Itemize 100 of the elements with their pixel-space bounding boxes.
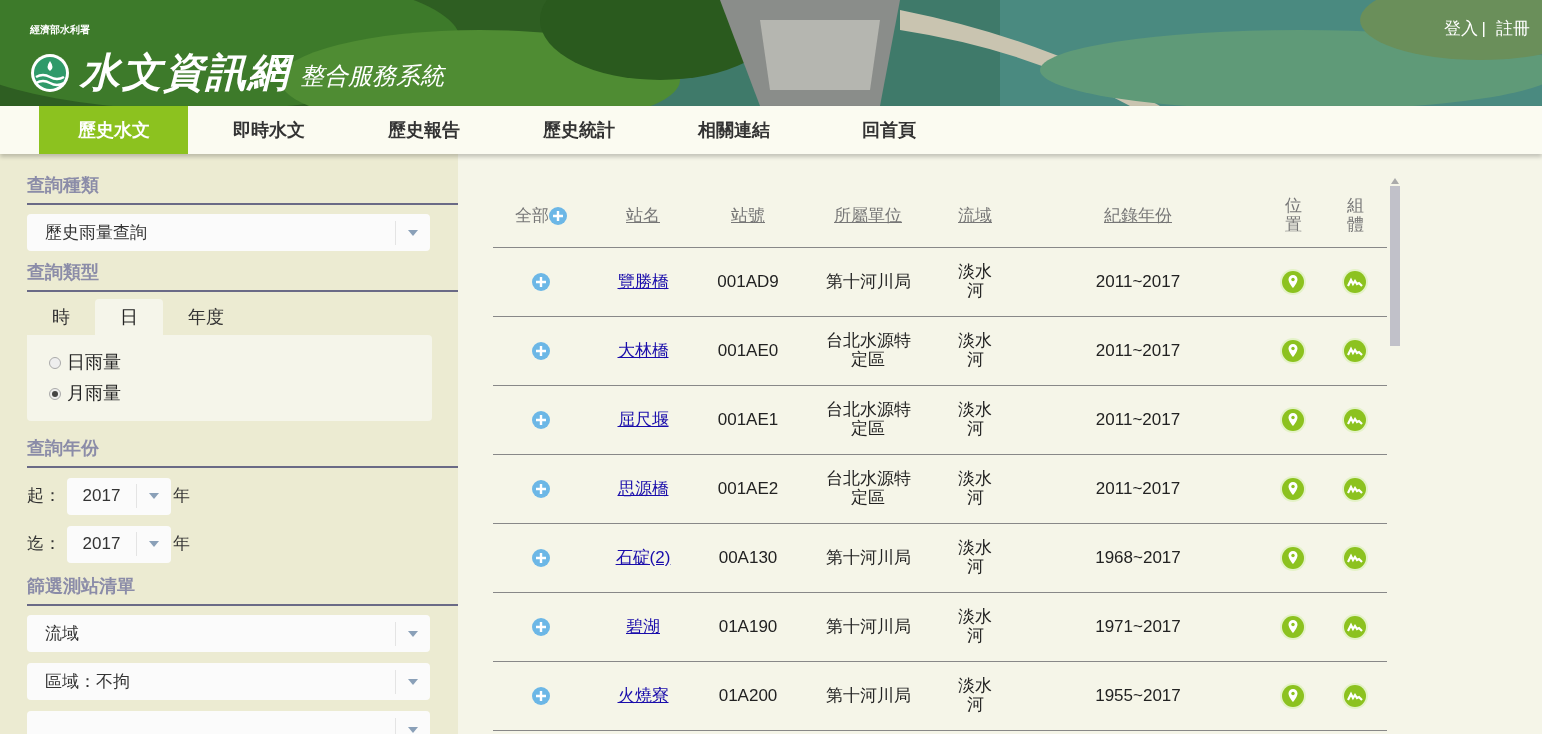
nav-tab[interactable]: 歷史統計 bbox=[504, 106, 653, 154]
section-heading: 查詢年份 bbox=[27, 437, 100, 460]
station-unit: 第十河川局 bbox=[824, 272, 912, 292]
scroll-up-icon[interactable] bbox=[1391, 178, 1399, 184]
station-basin: 淡水河 bbox=[957, 401, 993, 439]
plus-icon[interactable] bbox=[532, 411, 550, 429]
dropdown-field[interactable]: 歷史雨量查詢 bbox=[27, 214, 430, 251]
column-header: 位置 bbox=[1284, 196, 1302, 235]
location-pin-icon[interactable] bbox=[1280, 476, 1306, 502]
station-unit: 台北水源特定區 bbox=[824, 401, 912, 439]
station-basin: 淡水河 bbox=[957, 263, 993, 301]
scrollbar-thumb[interactable] bbox=[1390, 186, 1400, 346]
year-label: 迄： bbox=[27, 533, 62, 556]
plus-icon[interactable] bbox=[549, 206, 567, 225]
radio-icon[interactable] bbox=[49, 387, 61, 400]
station-basin: 淡水河 bbox=[957, 677, 993, 715]
station-id: 001AE1 bbox=[717, 409, 779, 432]
section-heading: 查詢種類 bbox=[27, 174, 100, 197]
dropdown-field[interactable]: 2017 bbox=[67, 477, 171, 515]
dropdown-field[interactable]: 區域：不拘 bbox=[27, 663, 430, 700]
line-chart-icon[interactable] bbox=[1342, 407, 1368, 433]
record-years: 2011~2017 bbox=[1095, 478, 1181, 501]
station-unit: 第十河川局 bbox=[824, 617, 912, 637]
select-all-label[interactable]: 全部 bbox=[515, 202, 549, 229]
dropdown-field[interactable]: 流域 bbox=[27, 615, 430, 652]
record-years: 2011~2017 bbox=[1095, 340, 1181, 363]
period-tab[interactable]: 時 bbox=[27, 299, 95, 335]
caret-icon bbox=[149, 493, 159, 499]
station-link[interactable]: 大林橋 bbox=[617, 338, 669, 364]
site-subtitle: 整合服務系統 bbox=[300, 62, 444, 91]
station-link[interactable]: 思源橋 bbox=[617, 476, 669, 502]
caret-icon bbox=[149, 541, 159, 547]
station-link[interactable]: 碧湖 bbox=[626, 614, 660, 640]
location-pin-icon[interactable] bbox=[1280, 545, 1306, 571]
radio-option[interactable]: 月雨量 bbox=[49, 380, 432, 407]
year-unit: 年 bbox=[173, 533, 190, 556]
column-header[interactable]: 所屬單位 bbox=[834, 202, 902, 229]
dropdown-field[interactable]: 2017 bbox=[67, 525, 171, 563]
station-link[interactable]: 屈尺堰 bbox=[617, 407, 669, 433]
station-unit: 台北水源特定區 bbox=[824, 470, 912, 508]
station-id: 01A190 bbox=[718, 616, 778, 639]
line-chart-icon[interactable] bbox=[1342, 683, 1368, 709]
caret-icon bbox=[408, 630, 418, 637]
record-years: 2011~2017 bbox=[1095, 409, 1181, 432]
record-years: 1955~2017 bbox=[1095, 685, 1181, 708]
period-tab[interactable]: 年度 bbox=[163, 299, 249, 335]
location-pin-icon[interactable] bbox=[1280, 614, 1306, 640]
column-header[interactable]: 紀錄年份 bbox=[1104, 202, 1172, 229]
section-heading: 篩選測站清單 bbox=[27, 575, 136, 598]
station-basin: 淡水河 bbox=[957, 332, 993, 370]
location-pin-icon[interactable] bbox=[1280, 338, 1306, 364]
register-link[interactable]: 註冊 bbox=[1496, 16, 1530, 42]
period-tab[interactable]: 日 bbox=[95, 299, 163, 335]
location-pin-icon[interactable] bbox=[1280, 269, 1306, 295]
station-link[interactable]: 石碇(2) bbox=[615, 545, 671, 571]
nav-tab[interactable]: 回首頁 bbox=[814, 106, 963, 154]
caret-icon bbox=[408, 726, 418, 733]
station-unit: 台北水源特定區 bbox=[824, 332, 912, 370]
nav-tab[interactable]: 相關連結 bbox=[659, 106, 808, 154]
station-unit: 第十河川局 bbox=[824, 686, 912, 706]
line-chart-icon[interactable] bbox=[1342, 545, 1368, 571]
nav-tab[interactable]: 即時水文 bbox=[194, 106, 343, 154]
record-years: 2011~2017 bbox=[1095, 271, 1181, 294]
login-link[interactable]: 登入 bbox=[1443, 16, 1478, 42]
plus-icon[interactable] bbox=[532, 549, 550, 567]
line-chart-icon[interactable] bbox=[1342, 338, 1368, 364]
column-header[interactable]: 站號 bbox=[731, 202, 765, 229]
caret-icon bbox=[408, 229, 418, 236]
station-id: 001AD9 bbox=[717, 271, 779, 294]
column-header[interactable]: 站名 bbox=[626, 202, 660, 229]
year-unit: 年 bbox=[173, 485, 190, 508]
radio-icon[interactable] bbox=[49, 356, 61, 369]
plus-icon[interactable] bbox=[532, 480, 550, 498]
station-basin: 淡水河 bbox=[957, 539, 993, 577]
line-chart-icon[interactable] bbox=[1342, 476, 1368, 502]
record-years: 1971~2017 bbox=[1095, 616, 1181, 639]
column-header: 組體 bbox=[1346, 196, 1364, 235]
plus-icon[interactable] bbox=[532, 687, 550, 705]
station-link[interactable]: 覽勝橋 bbox=[617, 269, 669, 295]
station-id: 01A200 bbox=[718, 685, 778, 708]
plus-icon[interactable] bbox=[532, 342, 550, 360]
link-separator: | bbox=[1481, 18, 1486, 40]
nav-tab[interactable]: 歷史報告 bbox=[349, 106, 498, 154]
station-id: 001AE2 bbox=[717, 478, 779, 501]
location-pin-icon[interactable] bbox=[1280, 683, 1306, 709]
radio-option[interactable]: 日雨量 bbox=[49, 349, 432, 376]
station-basin: 淡水河 bbox=[957, 608, 993, 646]
line-chart-icon[interactable] bbox=[1342, 269, 1368, 295]
year-label: 起： bbox=[27, 485, 62, 508]
caret-icon bbox=[408, 678, 418, 685]
logo-icon bbox=[30, 53, 70, 93]
location-pin-icon[interactable] bbox=[1280, 407, 1306, 433]
station-link[interactable]: 火燒寮 bbox=[617, 683, 669, 709]
column-header[interactable]: 流域 bbox=[958, 202, 992, 229]
line-chart-icon[interactable] bbox=[1342, 614, 1368, 640]
record-years: 1968~2017 bbox=[1095, 547, 1181, 570]
plus-icon[interactable] bbox=[532, 273, 550, 291]
station-unit: 第十河川局 bbox=[824, 548, 912, 568]
plus-icon[interactable] bbox=[532, 618, 550, 636]
station-id: 001AE0 bbox=[717, 340, 779, 363]
